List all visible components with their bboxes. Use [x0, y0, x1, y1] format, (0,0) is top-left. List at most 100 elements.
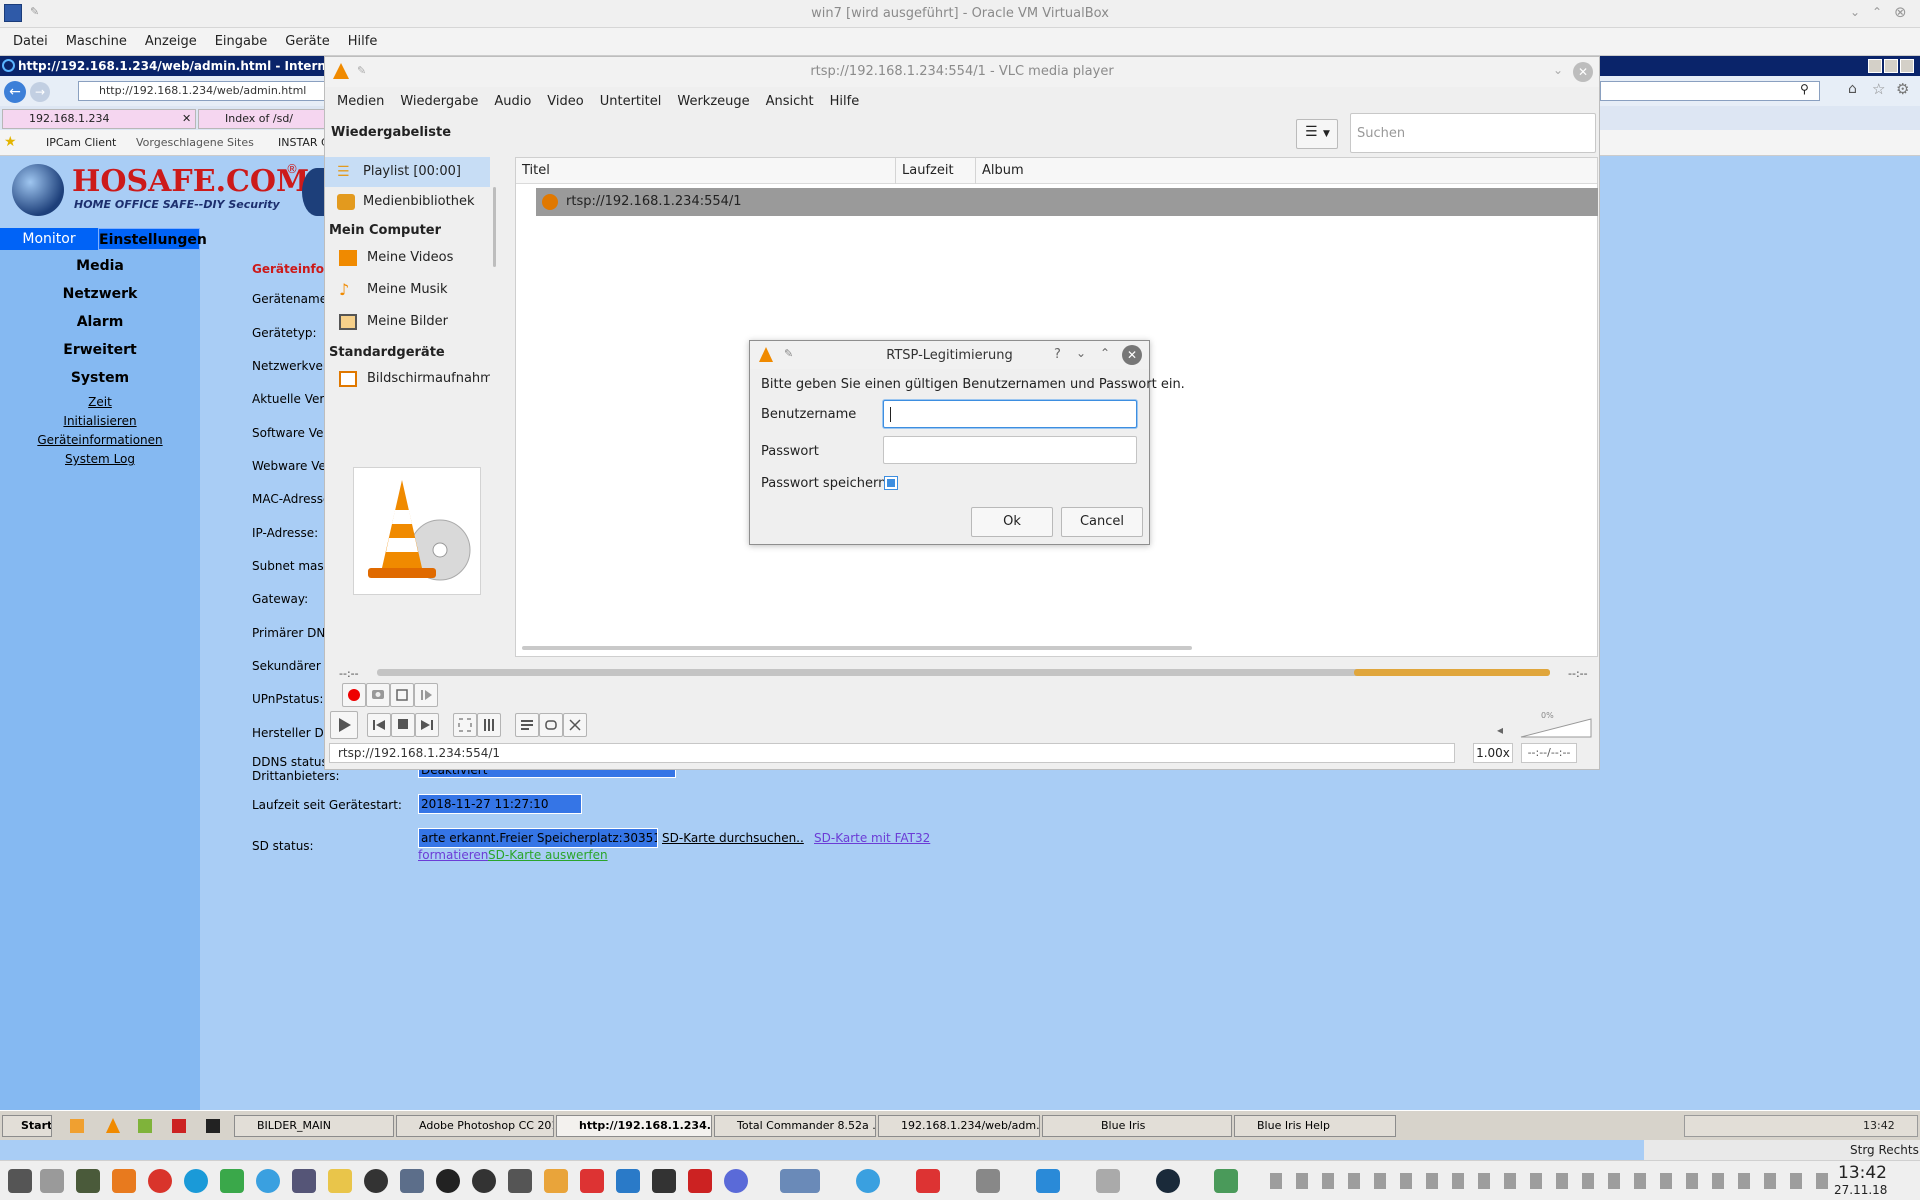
cancel-button[interactable]: Cancel [1061, 507, 1143, 537]
favorites-icon[interactable]: ★ [4, 134, 17, 150]
sidebar-item-music[interactable]: ♪ Meine Musik [325, 275, 490, 305]
help-button[interactable]: ? [1054, 347, 1061, 362]
dock-skype-icon[interactable] [184, 1169, 208, 1193]
nav-system[interactable]: System [0, 370, 200, 386]
dock-ruler-icon[interactable] [544, 1169, 568, 1193]
collapse-icon[interactable]: ⌄ [1850, 5, 1860, 19]
quicklaunch-notepad-icon[interactable] [138, 1119, 152, 1133]
password-input[interactable] [883, 436, 1137, 464]
sidebar-item-library[interactable]: Medienbibliothek [325, 187, 490, 217]
vlc-menu-video[interactable]: Video [539, 94, 591, 109]
sd-format-link[interactable]: SD-Karte mit FAT32 [814, 831, 930, 845]
playlist-search-input[interactable]: Suchen [1350, 113, 1596, 153]
column-header-album[interactable]: Album [976, 158, 1176, 184]
fullscreen-button[interactable] [453, 713, 477, 737]
maximize-button[interactable] [1884, 59, 1898, 73]
gear-icon[interactable]: ⚙ [1896, 80, 1909, 98]
previous-button[interactable] [367, 713, 391, 737]
seek-slider[interactable] [377, 669, 1550, 676]
ie-tab-admin[interactable]: 192.168.1.234 [2, 109, 196, 129]
collapse-icon[interactable]: ⌄ [1553, 63, 1563, 77]
sidebar-item-screen[interactable]: Bildschirmaufnahme [325, 364, 490, 394]
playback-speed[interactable]: 1.00x [1473, 743, 1513, 763]
tab-monitor[interactable]: Monitor [0, 228, 98, 250]
back-icon[interactable]: ← [4, 81, 26, 103]
subnav-system-log[interactable]: System Log [0, 452, 200, 466]
vbox-menu-eingabe[interactable]: Eingabe [206, 34, 277, 49]
loop-button[interactable] [539, 713, 563, 737]
vlc-menu-hilfe[interactable]: Hilfe [822, 94, 868, 109]
dock-vivaldi-icon[interactable] [688, 1169, 712, 1193]
fav-instar[interactable]: INSTAR C [278, 136, 329, 149]
nav-erweitert[interactable]: Erweitert [0, 342, 200, 358]
nav-alarm[interactable]: Alarm [0, 314, 200, 330]
username-input[interactable] [883, 400, 1137, 428]
subnav-geraeteinformationen[interactable]: Geräteinformationen [0, 433, 200, 447]
dock-sync-icon[interactable] [148, 1169, 172, 1193]
vlc-menu-audio[interactable]: Audio [486, 94, 539, 109]
dock-settings-icon[interactable] [8, 1169, 32, 1193]
ie-search-box[interactable] [1600, 81, 1820, 101]
quicklaunch-media-icon[interactable] [70, 1119, 84, 1133]
subnav-zeit[interactable]: Zeit [0, 395, 200, 409]
dock-amazon-icon[interactable] [472, 1169, 496, 1193]
sidebar-item-pictures[interactable]: Meine Bilder [325, 307, 490, 337]
taskbar-item-bilder-main[interactable]: BILDER_MAIN [234, 1115, 394, 1137]
dock-browser-icon[interactable] [724, 1169, 748, 1193]
record-button[interactable] [342, 683, 366, 707]
search-icon[interactable]: ⚲ [1800, 82, 1809, 96]
vlc-menu-werkzeuge[interactable]: Werkzeuge [669, 94, 757, 109]
vbox-menu-hilfe[interactable]: Hilfe [339, 34, 387, 49]
frame-step-button[interactable] [414, 683, 438, 707]
expand-icon[interactable]: ⌃ [1100, 346, 1110, 360]
dock-headphones-icon[interactable] [292, 1169, 316, 1193]
play-button[interactable] [330, 711, 358, 739]
sd-eject-link[interactable]: SD-Karte auswerfen [488, 848, 608, 862]
speaker-icon[interactable]: ◂ [1497, 723, 1503, 737]
sd-format-link-2[interactable]: formatieren [418, 848, 488, 862]
dock-steam-icon[interactable] [1156, 1169, 1180, 1193]
dock-user-icon[interactable] [1214, 1169, 1238, 1193]
vlc-close-button[interactable]: ✕ [1573, 62, 1593, 82]
quicklaunch-pdf-icon[interactable] [172, 1119, 186, 1133]
nav-netzwerk[interactable]: Netzwerk [0, 286, 200, 302]
snapshot-button[interactable] [366, 683, 390, 707]
quicklaunch-terminal-icon[interactable] [206, 1119, 220, 1133]
start-button[interactable]: Start [2, 1115, 52, 1137]
subnav-initialisieren[interactable]: Initialisieren [0, 414, 200, 428]
taskbar-item-ie[interactable]: http://192.168.1.234... [556, 1115, 712, 1137]
vbox-menu-anzeige[interactable]: Anzeige [136, 34, 206, 49]
dock-ebook-icon[interactable] [1036, 1169, 1060, 1193]
dock-calculator-icon[interactable] [76, 1169, 100, 1193]
expand-icon[interactable]: ⌃ [1872, 5, 1882, 19]
dock-folder-icon[interactable] [328, 1169, 352, 1193]
tray-clock[interactable]: 13:42 [1863, 1119, 1895, 1132]
dock-vbox-globe-icon[interactable] [856, 1169, 880, 1193]
dock-dc-icon[interactable] [580, 1169, 604, 1193]
playlist-toggle-button[interactable] [515, 713, 539, 737]
vbox-menu-datei[interactable]: Datei [4, 34, 57, 49]
dock-app-icon[interactable] [112, 1169, 136, 1193]
ie-tab-sd[interactable]: Index of /sd/ [198, 109, 330, 129]
dock-globe-icon[interactable] [256, 1169, 280, 1193]
fav-ipcam-client[interactable]: IPCam Client [46, 136, 116, 149]
sidebar-scrollbar[interactable] [493, 187, 496, 267]
volume-slider[interactable]: 0% [1519, 711, 1593, 739]
loop-ab-button[interactable] [390, 683, 414, 707]
dock-monster-icon[interactable] [220, 1169, 244, 1193]
column-header-titel[interactable]: Titel [516, 158, 896, 184]
horizontal-scrollbar[interactable] [522, 646, 1192, 650]
vbox-menu-geraete[interactable]: Geräte [276, 34, 338, 49]
save-password-checkbox[interactable] [884, 476, 898, 490]
dock-tool-icon[interactable] [508, 1169, 532, 1193]
stop-button[interactable] [391, 713, 415, 737]
vlc-menu-ansicht[interactable]: Ansicht [758, 94, 822, 109]
minimize-button[interactable] [1868, 59, 1882, 73]
dialog-close-button[interactable]: ✕ [1122, 345, 1142, 365]
taskbar-item-blue-iris-help[interactable]: Blue Iris Help [1234, 1115, 1396, 1137]
sidebar-item-playlist[interactable]: ☰ Playlist [00:00] [325, 157, 490, 187]
forward-icon[interactable]: → [30, 82, 50, 102]
next-button[interactable] [415, 713, 439, 737]
total-time[interactable]: --:--/--:-- [1521, 743, 1577, 763]
close-icon[interactable]: ⊗ [1894, 3, 1907, 21]
